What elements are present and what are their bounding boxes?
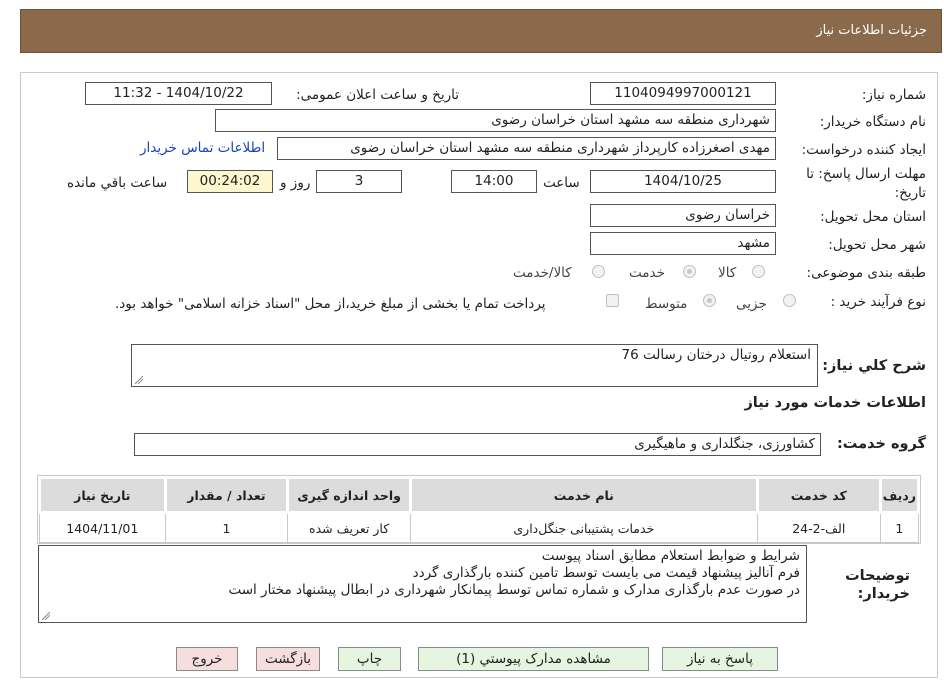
category-goods-service-radio[interactable] — [592, 265, 605, 278]
remaining-time-field: 00:24:02 — [187, 170, 273, 193]
province-field: خراسان رضوی — [590, 204, 776, 227]
cell-service-code: الف-2-24 — [756, 512, 881, 543]
process-partial-label: جزیی — [736, 296, 767, 312]
resize-handle-icon[interactable] — [135, 376, 143, 384]
resize-handle-icon[interactable] — [42, 612, 50, 620]
table-header-row: ردیف کد خدمت نام خدمت واحد اندازه گیری ت… — [38, 476, 921, 514]
announce-field: 1404/10/22 - 11:32 — [85, 82, 272, 105]
col-header-service-name: نام خدمت — [408, 476, 759, 514]
exit-button[interactable]: خروج — [176, 647, 238, 671]
buyer-notes-label-line2: خریدار: — [857, 586, 910, 602]
deadline-date-field: 1404/10/25 — [590, 170, 776, 193]
view-attachments-button[interactable]: مشاهده مدارک پیوستي (1) — [418, 647, 649, 671]
need-number-label: شماره نیاز: — [861, 87, 926, 103]
category-goods-radio[interactable] — [752, 265, 765, 278]
buyer-contact-link[interactable]: اطلاعات تماس خریدار — [140, 140, 265, 156]
cell-row-number: 1 — [879, 512, 920, 543]
buyer-notes-textarea: شرایط و ضوابط استعلام مطابق اسناد پیوست … — [38, 545, 807, 623]
col-header-row-number: ردیف — [878, 476, 921, 514]
cell-quantity: 1 — [164, 512, 289, 543]
remaining-label: ساعت باقي مانده — [67, 175, 168, 191]
city-field: مشهد — [590, 232, 776, 255]
col-header-unit: واحد اندازه گیری — [286, 476, 412, 514]
buyer-notes-line: شرایط و ضوابط استعلام مطابق اسناد پیوست — [541, 548, 800, 564]
need-number-field: 1104094997000121 — [590, 82, 776, 105]
services-table: ردیف کد خدمت نام خدمت واحد اندازه گیری ت… — [37, 475, 921, 544]
deadline-label: مهلت ارسال پاسخ: تا تاریخ: — [806, 166, 926, 201]
days-label: روز و — [280, 175, 311, 191]
category-goods-label: کالا — [718, 265, 737, 281]
print-button[interactable]: چاپ — [338, 647, 401, 671]
col-header-service-code: کد خدمت — [755, 476, 882, 514]
buyer-notes-line: در صورت عدم بارگذاری مدارک و شماره تماس … — [228, 582, 800, 598]
announce-label: تاریخ و ساعت اعلان عمومی: — [296, 87, 459, 103]
page-header: جزئیات اطلاعات نیاز — [20, 9, 942, 53]
process-medium-label: متوسط — [645, 296, 688, 312]
services-heading: اطلاعات خدمات مورد نياز — [744, 395, 926, 411]
treasury-payment-note: پرداخت تمام یا بخشی از مبلغ خرید،از محل … — [115, 296, 546, 312]
service-group-label: گروه خدمت: — [836, 436, 926, 452]
category-label: طبقه بندی موضوعی: — [806, 265, 926, 281]
process-medium-radio[interactable] — [703, 294, 716, 307]
col-header-need-date: تاریخ نیاز — [38, 476, 167, 514]
summary-textarea: استعلام روتیال درختان رسالت 76 — [131, 344, 818, 387]
summary-label: شرح کلي نياز: — [822, 358, 926, 374]
buyer-notes-label-line1: توضیحات — [845, 568, 910, 584]
treasury-payment-checkbox[interactable] — [606, 294, 619, 307]
requester-field: مهدی اصغرزاده کارپرداز شهرداری منطقه سه … — [277, 137, 776, 160]
requester-label: ایجاد کننده درخواست: — [801, 142, 926, 158]
cell-service-name: خدمات پشتیبانی جنگل‌داری — [409, 512, 758, 543]
category-service-radio[interactable] — [683, 265, 696, 278]
city-label: شهر محل تحویل: — [828, 237, 926, 253]
process-label: نوع فرآیند خرید : — [830, 294, 926, 310]
cell-unit: کار تعریف شده — [287, 512, 411, 543]
buyer-org-label: نام دستگاه خریدار: — [819, 114, 926, 130]
page-title: جزئیات اطلاعات نیاز — [816, 23, 927, 38]
table-row: 1 الف-2-24 خدمات پشتیبانی جنگل‌داری کار … — [39, 512, 920, 543]
process-partial-radio[interactable] — [783, 294, 796, 307]
deadline-time-field: 14:00 — [451, 170, 537, 193]
buyer-notes-line: فرم آنالیز پیشنهاد قیمت می بایست توسط تا… — [412, 565, 800, 581]
reply-to-need-button[interactable]: پاسخ به نیاز — [662, 647, 778, 671]
province-label: استان محل تحویل: — [820, 209, 926, 225]
cell-need-date: 1404/11/01 — [39, 512, 166, 543]
summary-text: استعلام روتیال درختان رسالت 76 — [621, 347, 812, 363]
days-field: 3 — [316, 170, 402, 193]
deadline-time-label: ساعت — [543, 175, 580, 191]
service-group-field: کشاورزی، جنگلداری و ماهیگیری — [134, 433, 821, 456]
col-header-quantity: تعداد / مقدار — [163, 476, 290, 514]
category-goods-service-label: کالا/خدمت — [513, 265, 572, 281]
buyer-org-field: شهرداری منطقه سه مشهد استان خراسان رضوی — [215, 109, 776, 132]
back-button[interactable]: بازگشت — [256, 647, 320, 671]
category-service-label: خدمت — [629, 265, 665, 281]
